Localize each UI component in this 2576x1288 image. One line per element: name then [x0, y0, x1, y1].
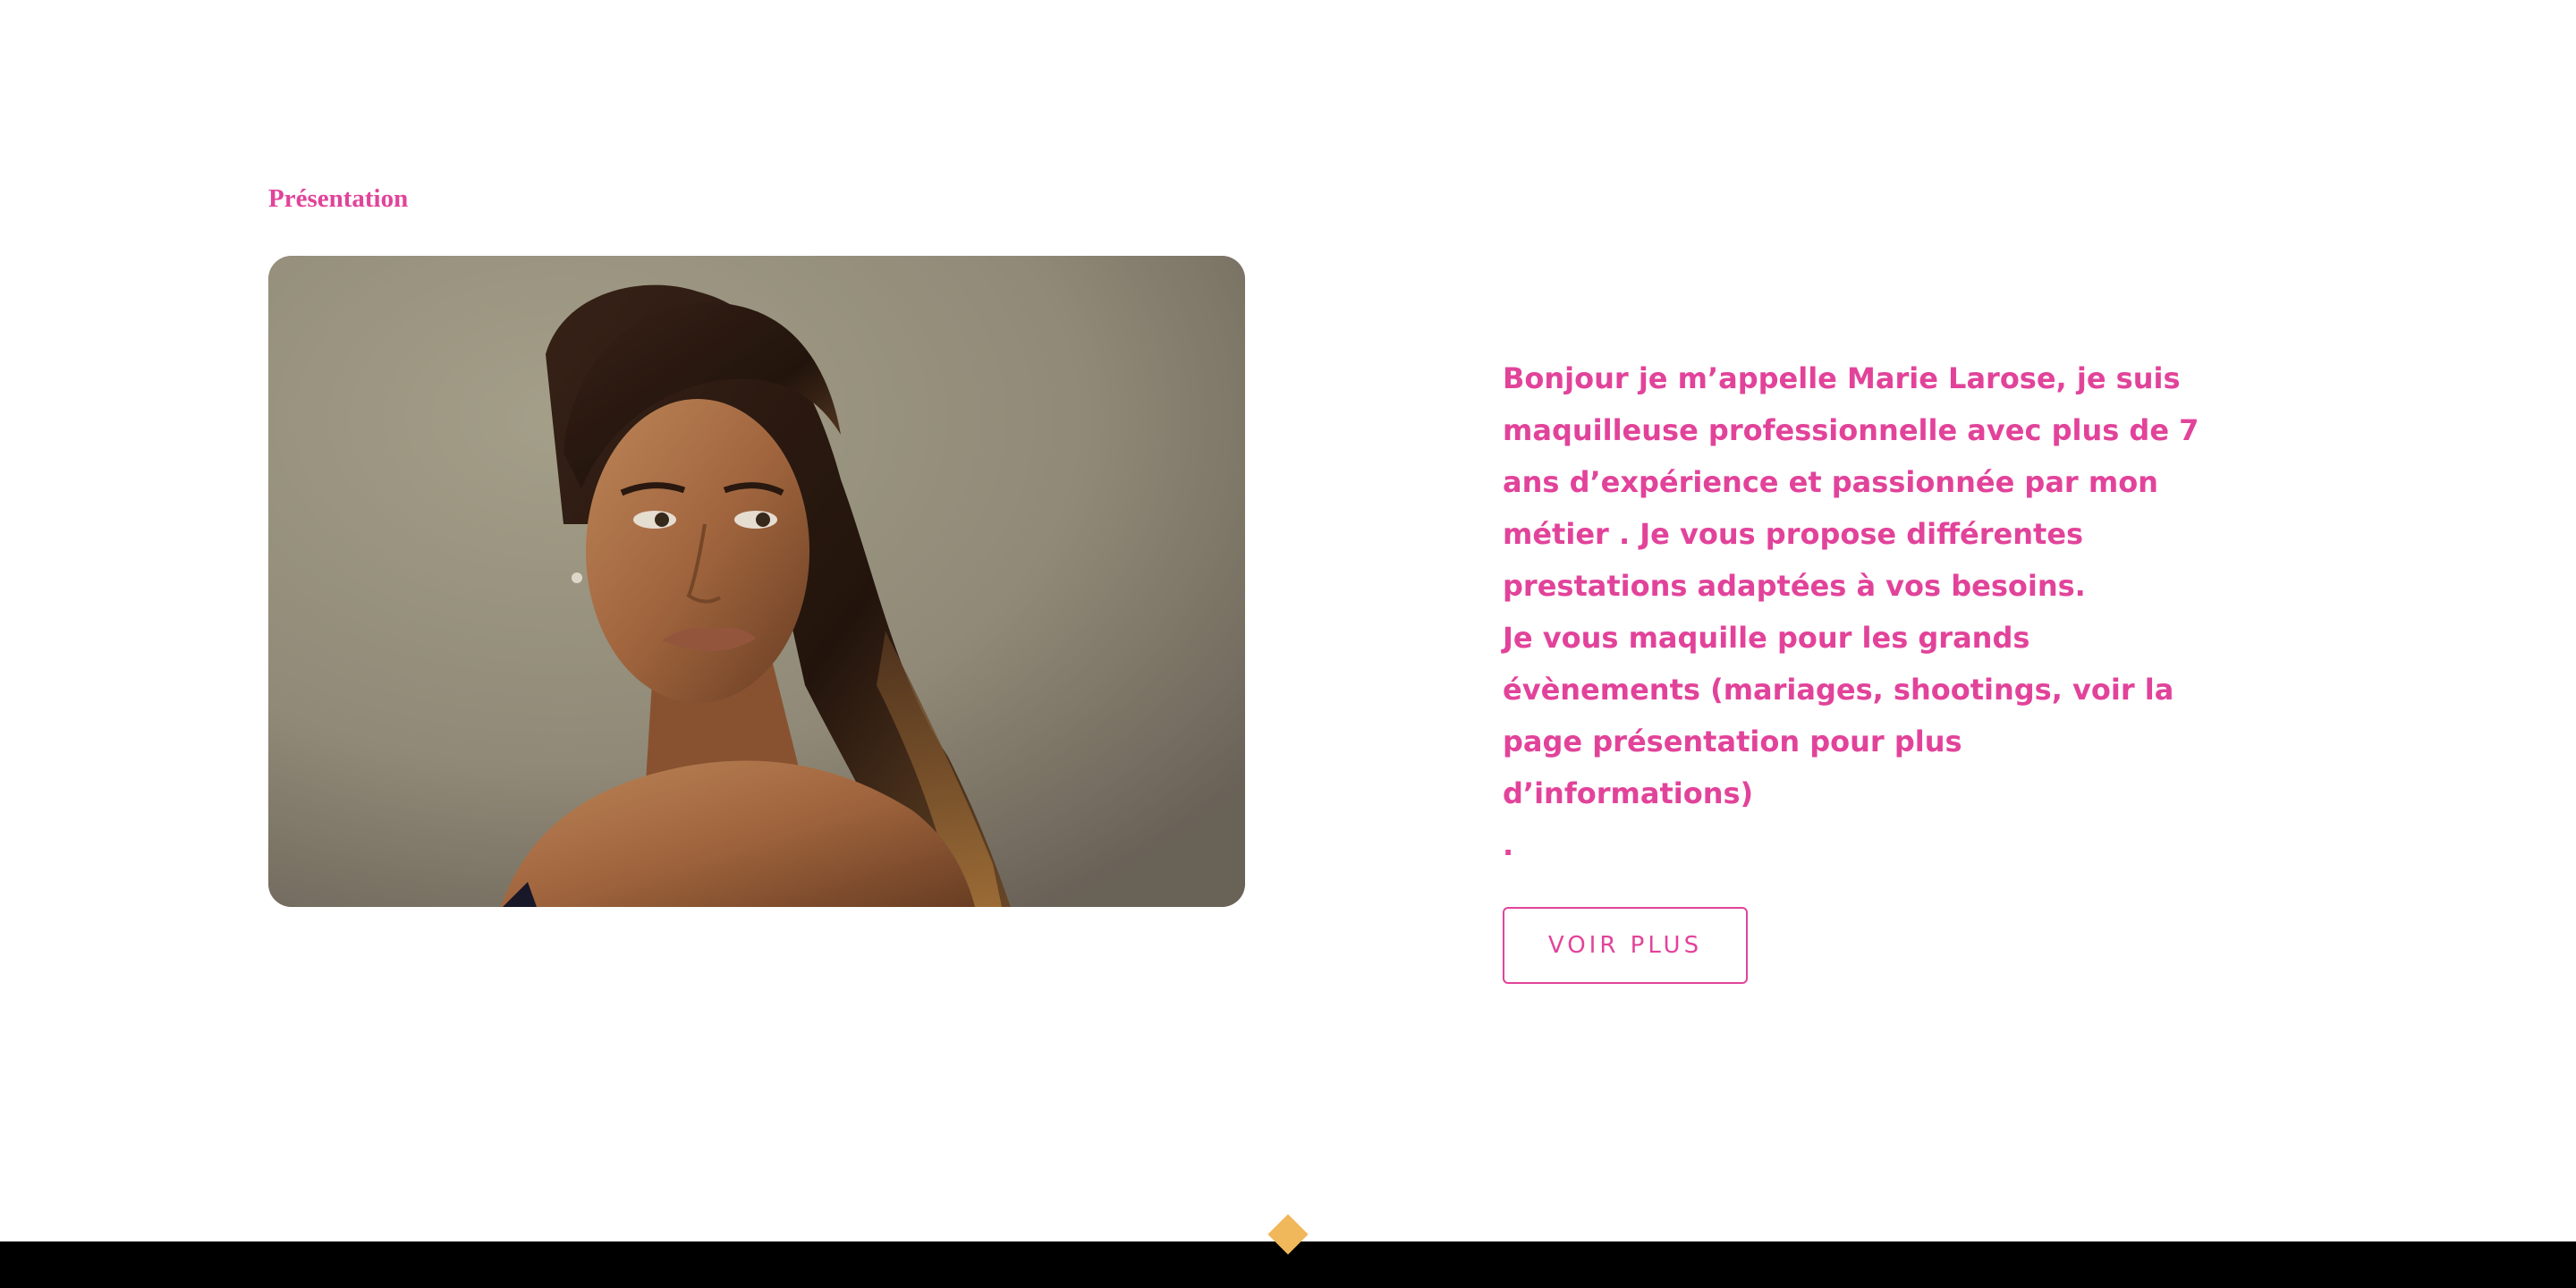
- portrait-image: [268, 256, 1245, 907]
- voir-plus-button[interactable]: VOIR PLUS: [1503, 907, 1748, 984]
- section-title: Présentation: [268, 184, 409, 213]
- intro-paragraph: Bonjour je m’appelle Marie Larose, je su…: [1503, 361, 2199, 862]
- portrait-photo: [268, 256, 1245, 907]
